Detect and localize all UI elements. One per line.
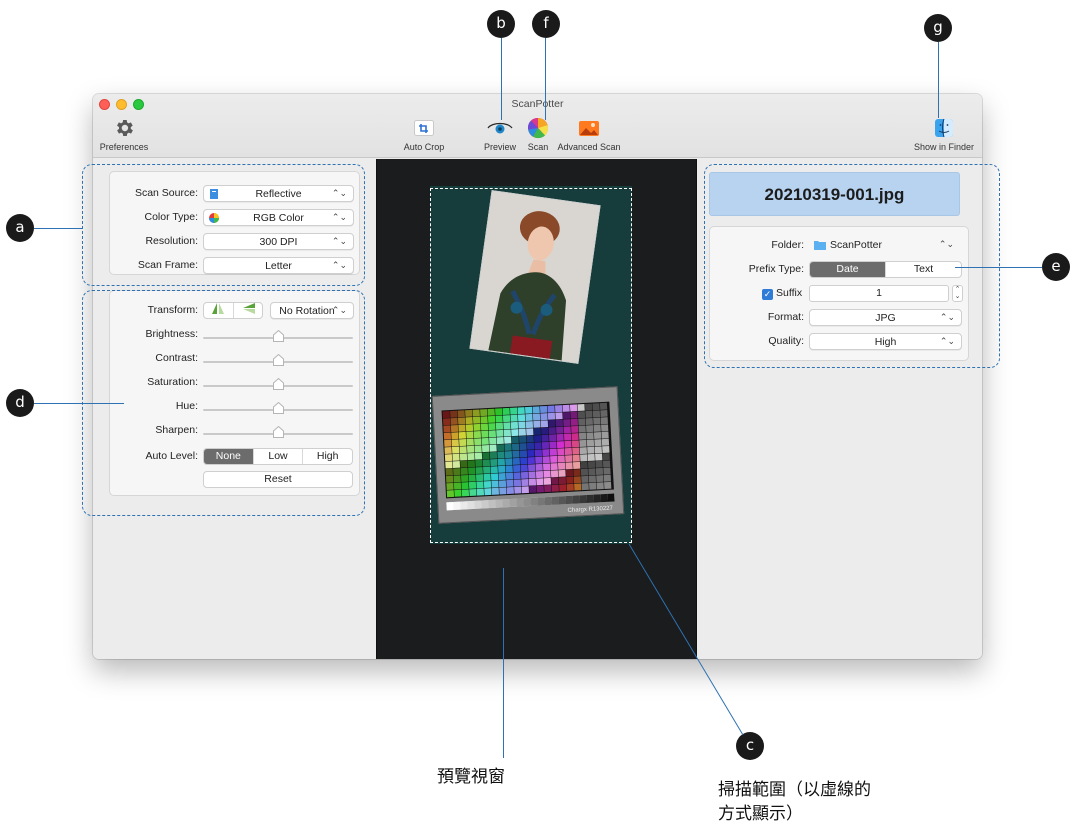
- callout-e-line: [955, 267, 1042, 268]
- crop-icon: [399, 116, 449, 140]
- gear-icon: [99, 116, 149, 140]
- preview-area[interactable]: Chargx R130227: [376, 159, 697, 659]
- scan-area-caption-2: 方式顯示）: [718, 804, 803, 824]
- auto-crop-button[interactable]: Auto Crop: [399, 116, 449, 152]
- preferences-label: Preferences: [99, 142, 149, 152]
- show-in-finder-button[interactable]: Show in Finder: [911, 116, 977, 152]
- callout-a: a: [6, 214, 34, 242]
- toolbar: ScanPotter Preferences Auto Crop Preview…: [93, 94, 982, 158]
- callout-g-line: [938, 42, 939, 118]
- scan-label: Scan: [527, 142, 549, 152]
- eye-icon: [483, 116, 517, 140]
- callout-a-line: [34, 228, 82, 229]
- callout-b: b: [487, 10, 515, 38]
- callout-d-outline: [82, 290, 365, 516]
- preferences-button[interactable]: Preferences: [99, 116, 149, 152]
- show-in-finder-label: Show in Finder: [913, 142, 975, 152]
- window-title: ScanPotter: [511, 98, 564, 110]
- callout-d-line: [34, 403, 124, 404]
- preview-caption-line: [503, 568, 504, 758]
- scan-area-caption-1: 掃描範圍（以虛線的: [718, 780, 871, 800]
- advanced-scan-button[interactable]: Advanced Scan: [555, 116, 623, 152]
- preview-button[interactable]: Preview: [483, 116, 517, 152]
- preview-window-caption: 預覽視窗: [437, 767, 505, 787]
- photo-icon: [555, 116, 623, 140]
- callout-c: c: [736, 732, 764, 760]
- advanced-scan-label: Advanced Scan: [557, 142, 621, 152]
- scan-frame-outline[interactable]: [430, 188, 632, 543]
- finder-icon: [911, 116, 977, 140]
- callout-f: f: [532, 10, 560, 38]
- preview-label: Preview: [483, 142, 516, 152]
- callout-e-outline: [704, 164, 1000, 368]
- scan-button[interactable]: Scan: [523, 116, 553, 152]
- callout-a-outline: [82, 164, 365, 286]
- callout-e: e: [1042, 253, 1070, 281]
- color-wheel-icon: [523, 116, 553, 140]
- callout-g: g: [924, 14, 952, 42]
- callout-b-line: [501, 38, 502, 120]
- auto-crop-label: Auto Crop: [403, 142, 445, 152]
- callout-d: d: [6, 389, 34, 417]
- callout-f-line: [545, 38, 546, 120]
